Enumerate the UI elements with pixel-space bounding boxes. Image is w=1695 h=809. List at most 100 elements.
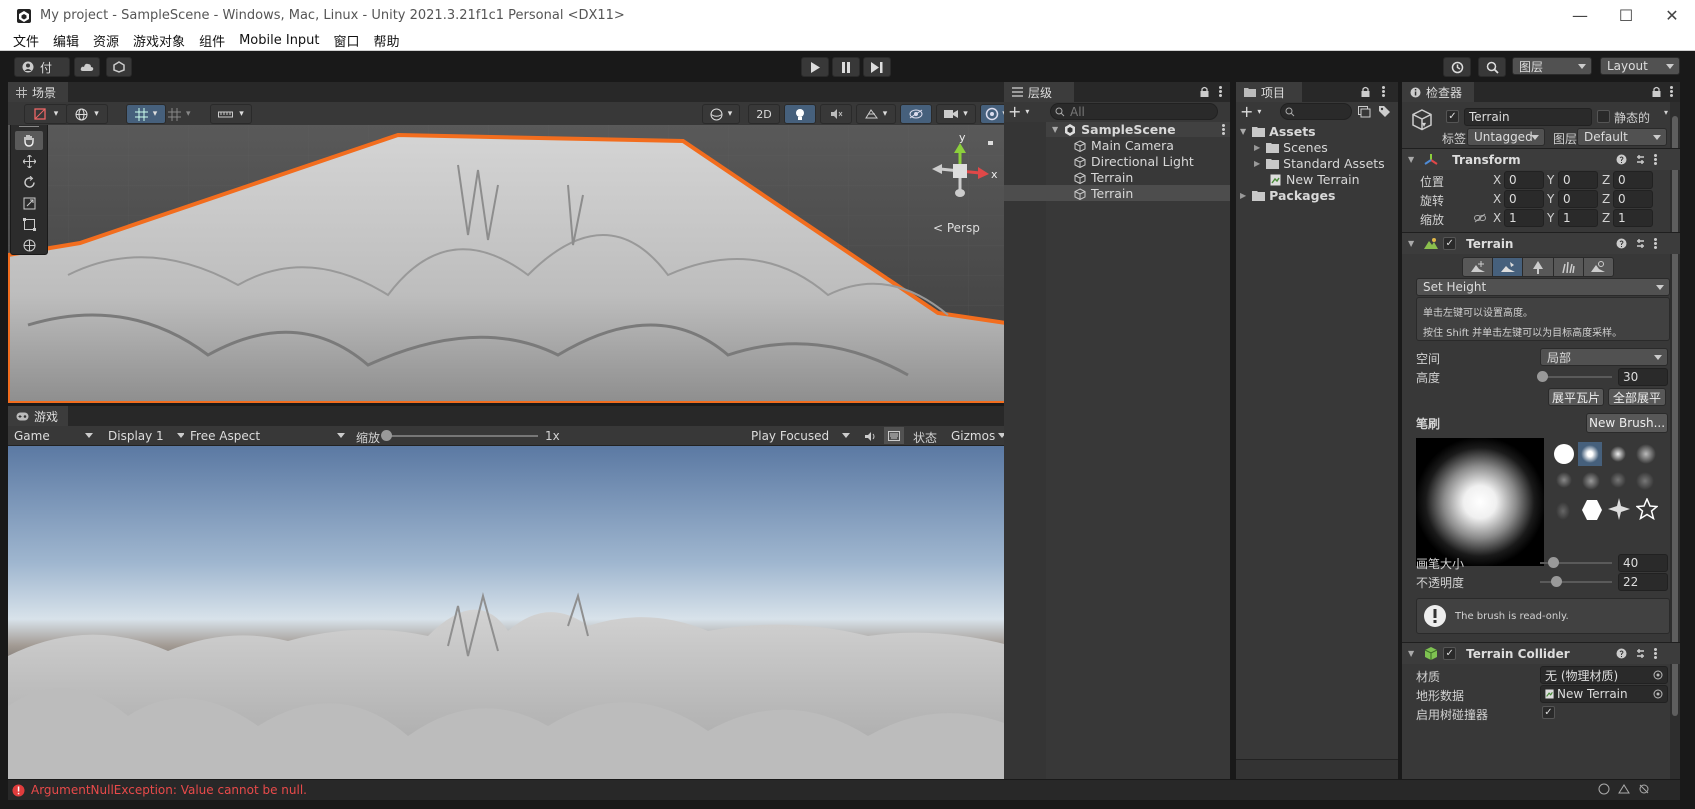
layout-dropdown[interactable]: Layout: [1600, 57, 1680, 75]
game-mode-dropdown[interactable]: Game: [8, 427, 98, 445]
lock-icon[interactable]: [1652, 86, 1661, 97]
maximize-button[interactable]: ☐: [1603, 0, 1649, 31]
terrain-enabled-checkbox[interactable]: ✓: [1443, 237, 1457, 250]
brush-grass[interactable]: [1556, 502, 1570, 520]
create-neighbor-tool[interactable]: [1463, 258, 1494, 276]
brush-noise-2[interactable]: [1582, 472, 1600, 490]
help-icon[interactable]: [1616, 648, 1627, 659]
link-icon[interactable]: [1474, 213, 1486, 223]
menu-component[interactable]: 组件: [192, 31, 232, 50]
paint-terrain-tool[interactable]: [1493, 258, 1524, 276]
display-dropdown[interactable]: Display 1: [102, 427, 190, 445]
object-picker-icon[interactable]: [1653, 689, 1663, 699]
tab-project[interactable]: 项目: [1236, 82, 1302, 102]
visibility-toggle[interactable]: [900, 104, 932, 124]
progress-icon[interactable]: [1598, 783, 1610, 795]
object-name-field[interactable]: Terrain: [1464, 108, 1592, 126]
position-z-field[interactable]: 0: [1613, 171, 1653, 189]
lighting-toggle[interactable]: [784, 104, 816, 124]
search-button[interactable]: [1478, 57, 1506, 77]
terrain-collider-header[interactable]: ▼ ✓ Terrain Collider: [1402, 642, 1680, 664]
scrollbar-thumb[interactable]: [1672, 116, 1678, 716]
brush-circle-small[interactable]: [1610, 446, 1626, 462]
brush-circle-soft-selected[interactable]: [1578, 442, 1602, 466]
new-brush-button[interactable]: New Brush...: [1586, 413, 1668, 433]
hierarchy-item-selected[interactable]: Terrain: [1074, 186, 1133, 201]
menu-window[interactable]: 窗口: [327, 31, 367, 50]
scale-x-field[interactable]: 1: [1504, 209, 1544, 227]
global-dropdown[interactable]: ▾: [66, 104, 108, 124]
stats-button[interactable]: 状态: [913, 429, 937, 446]
paint-trees-tool[interactable]: [1523, 258, 1554, 276]
brush-cloud[interactable]: [1636, 444, 1656, 464]
preset-icon[interactable]: [1635, 238, 1646, 249]
static-checkbox[interactable]: [1597, 110, 1610, 123]
inspector-scrollbar[interactable]: [1670, 102, 1680, 779]
collab-button[interactable]: [106, 57, 132, 77]
aspect-dropdown[interactable]: Free Aspect: [184, 427, 350, 445]
pause-button[interactable]: [832, 57, 860, 77]
layers-dropdown[interactable]: 图层: [1512, 57, 1592, 75]
hierarchy-menu-icon[interactable]: [1219, 86, 1222, 97]
status-bar[interactable]: ArgumentNullException: Value cannot be n…: [8, 780, 1680, 800]
space-dropdown[interactable]: 局部: [1540, 348, 1668, 366]
height-slider-track[interactable]: [1540, 376, 1612, 378]
transform-header[interactable]: ▼ Transform: [1402, 148, 1680, 170]
hierarchy-item[interactable]: Main Camera: [1074, 138, 1174, 153]
menu-file[interactable]: 文件: [6, 31, 46, 50]
enable-tree-colliders-checkbox[interactable]: ✓: [1542, 706, 1555, 719]
filter-by-type-icon[interactable]: [1358, 106, 1371, 118]
opacity-field[interactable]: 22: [1618, 573, 1668, 591]
brush-size-field[interactable]: 40: [1618, 554, 1668, 572]
rotation-x-field[interactable]: 0: [1504, 190, 1544, 208]
scale-slider-track[interactable]: [386, 435, 538, 437]
active-checkbox[interactable]: ✓: [1446, 110, 1459, 123]
audio-toggle[interactable]: [820, 104, 852, 124]
lock-icon[interactable]: [1361, 86, 1370, 97]
static-dropdown-arrow[interactable]: ▾: [1664, 108, 1668, 117]
terrain-settings-tool[interactable]: [1583, 258, 1613, 276]
object-picker-icon[interactable]: [1653, 670, 1663, 680]
project-asset-item[interactable]: New Terrain: [1270, 172, 1360, 187]
brush-noise-1[interactable]: [1556, 472, 1572, 488]
brush-star-burst[interactable]: [1608, 498, 1630, 520]
brush-noise-3[interactable]: [1610, 472, 1626, 488]
project-search-input[interactable]: [1280, 103, 1352, 120]
scene-row-menu-icon[interactable]: [1222, 124, 1225, 135]
menu-mobile-input[interactable]: Mobile Input: [232, 33, 326, 48]
account-dropdown[interactable]: 付: [14, 57, 70, 77]
scale-z-field[interactable]: 1: [1613, 209, 1653, 227]
terrain-menu-icon[interactable]: [1654, 238, 1657, 249]
rotate-tool-button[interactable]: [15, 173, 43, 192]
mute-audio-toggle[interactable]: [861, 429, 879, 443]
rotation-z-field[interactable]: 0: [1613, 190, 1653, 208]
transform-menu-icon[interactable]: [1654, 154, 1657, 165]
menu-edit[interactable]: 编辑: [46, 31, 86, 50]
filter-by-label-icon[interactable]: [1378, 105, 1391, 118]
close-button[interactable]: ✕: [1649, 0, 1695, 31]
project-create-button[interactable]: + ▾: [1240, 102, 1272, 121]
terrain-header[interactable]: ▼ ✓ Terrain: [1402, 232, 1680, 254]
brush-hexagon[interactable]: [1580, 498, 1604, 522]
hand-tool-button[interactable]: [15, 131, 43, 150]
project-folder-item[interactable]: ▶ Scenes: [1254, 140, 1328, 155]
tab-hierarchy[interactable]: 层级: [1004, 82, 1074, 102]
material-field[interactable]: 无 (物理材质): [1540, 666, 1668, 684]
palette-grip[interactable]: [19, 125, 39, 127]
scene-viewport[interactable]: y x < Persp: [8, 125, 1012, 403]
scene-orientation-gizmo[interactable]: y x: [926, 131, 998, 213]
position-y-field[interactable]: 0: [1558, 171, 1598, 189]
history-button[interactable]: [1443, 57, 1471, 77]
network-icon[interactable]: [1618, 783, 1630, 795]
draw-mode-dropdown[interactable]: ▾: [24, 104, 68, 124]
lock-icon[interactable]: [1200, 86, 1209, 97]
help-icon[interactable]: [1616, 154, 1627, 165]
scene-row[interactable]: ▼ SampleScene: [1046, 122, 1230, 137]
flatten-tile-button[interactable]: 展平瓦片: [1548, 388, 1604, 406]
collider-menu-icon[interactable]: [1654, 648, 1657, 659]
help-icon[interactable]: [1616, 238, 1627, 249]
opacity-slider-thumb[interactable]: [1550, 576, 1562, 587]
brush-noise-4[interactable]: [1636, 472, 1654, 490]
tab-game[interactable]: 游戏: [8, 406, 68, 426]
cloud-button[interactable]: [74, 57, 100, 77]
